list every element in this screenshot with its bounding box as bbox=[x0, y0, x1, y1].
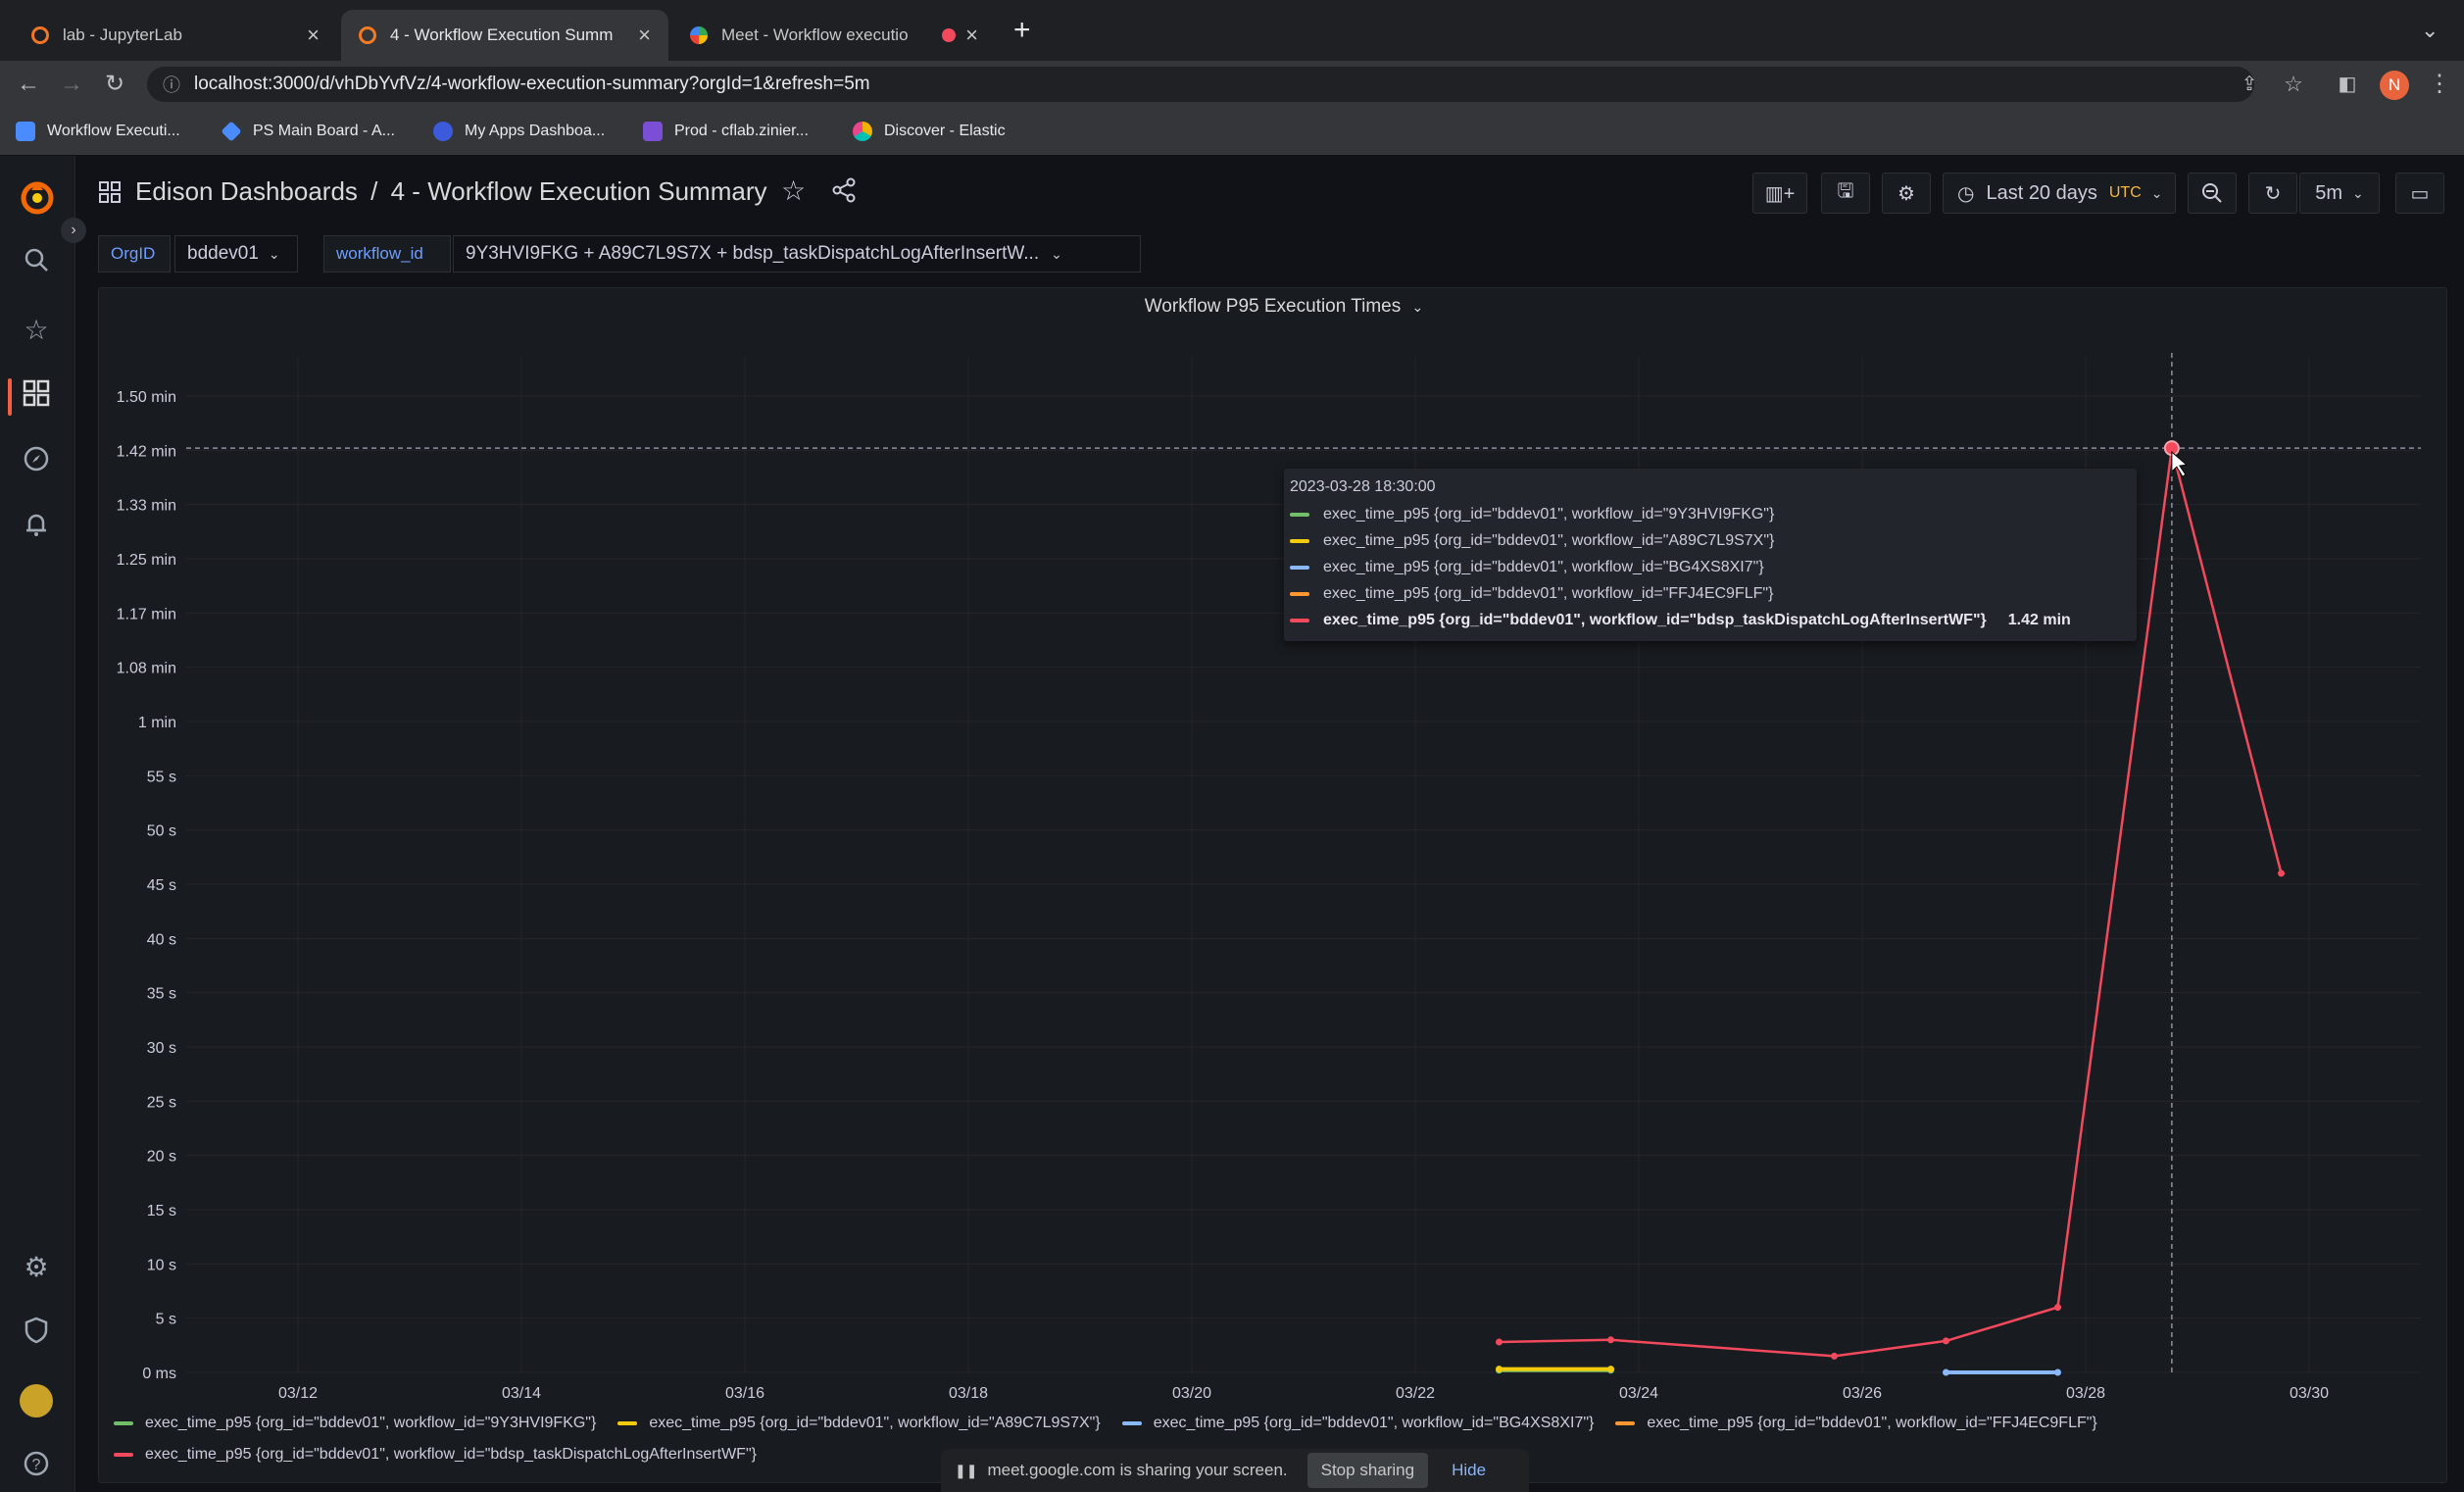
legend-label: exec_time_p95 {org_id="bddev01", workflo… bbox=[145, 1415, 597, 1431]
y-tick-label: 1.50 min bbox=[117, 389, 176, 406]
legend-label: exec_time_p95 {org_id="bddev01", workflo… bbox=[1153, 1415, 1595, 1431]
y-tick-label: 20 s bbox=[147, 1149, 176, 1166]
screen-share-bar: ❚❚ meet.google.com is sharing your scree… bbox=[941, 1449, 1529, 1492]
tooltip-time: 2023-03-28 18:30:00 bbox=[1290, 478, 1436, 495]
series-swatch bbox=[1615, 1421, 1636, 1425]
y-tick-label: 25 s bbox=[147, 1094, 176, 1111]
data-point[interactable] bbox=[1943, 1337, 1949, 1345]
series-swatch bbox=[114, 1421, 133, 1425]
y-tick-label: 30 s bbox=[147, 1040, 176, 1057]
x-tick-label: 03/26 bbox=[1843, 1385, 1882, 1402]
tooltip-series-name: exec_time_p95 {org_id="bddev01", workflo… bbox=[1323, 612, 1987, 628]
data-point[interactable] bbox=[2278, 870, 2285, 877]
series-swatch bbox=[1290, 619, 1309, 622]
tooltip-value: 1.42 min bbox=[2007, 612, 2071, 628]
legend-item[interactable]: exec_time_p95 {org_id="bddev01", workflo… bbox=[1121, 1415, 1595, 1432]
x-tick-label: 03/20 bbox=[1172, 1385, 1211, 1402]
y-tick-label: 1.42 min bbox=[117, 443, 176, 460]
chart-tooltip: 2023-03-28 18:30:00 exec_time_p95 {org_i… bbox=[1284, 469, 2137, 641]
legend-label: exec_time_p95 {org_id="bddev01", workflo… bbox=[1647, 1415, 2097, 1431]
data-point[interactable] bbox=[1831, 1352, 1838, 1360]
y-tick-label: 5 s bbox=[156, 1312, 176, 1328]
series-swatch bbox=[1290, 566, 1309, 570]
y-tick-label: 10 s bbox=[147, 1257, 176, 1273]
y-tick-label: 1.25 min bbox=[117, 552, 176, 569]
y-tick-label: 0 ms bbox=[142, 1366, 176, 1382]
x-tick-label: 03/14 bbox=[502, 1385, 541, 1402]
legend-item[interactable]: exec_time_p95 {org_id="bddev01", workflo… bbox=[1615, 1415, 2097, 1432]
x-tick-label: 03/22 bbox=[1396, 1385, 1435, 1402]
legend-item[interactable]: exec_time_p95 {org_id="bddev01", workflo… bbox=[617, 1415, 1101, 1432]
x-tick-label: 03/18 bbox=[949, 1385, 988, 1402]
series-swatch bbox=[1121, 1421, 1142, 1425]
y-tick-label: 1 min bbox=[138, 715, 176, 731]
hide-button[interactable]: Hide bbox=[1442, 1453, 1496, 1488]
y-tick-label: 15 s bbox=[147, 1203, 176, 1219]
legend-item[interactable]: exec_time_p95 {org_id="bddev01", workflo… bbox=[114, 1415, 596, 1432]
legend-row: exec_time_p95 {org_id="bddev01", workflo… bbox=[114, 1409, 2437, 1438]
tooltip-series-name: exec_time_p95 {org_id="bddev01", workflo… bbox=[1323, 506, 1775, 522]
y-tick-label: 35 s bbox=[147, 986, 176, 1003]
x-tick-label: 03/30 bbox=[2290, 1385, 2329, 1402]
y-tick-label: 1.08 min bbox=[117, 661, 176, 677]
tooltip-row: exec_time_p95 {org_id="bddev01", workflo… bbox=[1290, 528, 1774, 554]
stop-sharing-button[interactable]: Stop sharing bbox=[1306, 1453, 1429, 1488]
data-point[interactable] bbox=[1496, 1338, 1503, 1346]
series-swatch bbox=[617, 1421, 638, 1425]
tooltip-series-name: exec_time_p95 {org_id="bddev01", workflo… bbox=[1323, 559, 1764, 575]
y-tick-label: 1.17 min bbox=[117, 606, 176, 622]
legend-label: exec_time_p95 {org_id="bddev01", workflo… bbox=[649, 1415, 1101, 1431]
series-swatch bbox=[114, 1453, 133, 1457]
series-swatch bbox=[1290, 539, 1309, 543]
legend-label: exec_time_p95 {org_id="bddev01", workflo… bbox=[145, 1446, 757, 1463]
x-tick-label: 03/12 bbox=[278, 1385, 318, 1402]
timeseries-chart[interactable]: 0 ms 5 s 10 s 15 s 20 s 25 s 30 s 35 s 40 s 45 s 5… bbox=[0, 0, 2464, 1492]
legend-item[interactable]: exec_time_p95 {org_id="bddev01", workflo… bbox=[114, 1446, 757, 1464]
y-tick-label: 45 s bbox=[147, 877, 176, 894]
data-point[interactable] bbox=[2054, 1368, 2061, 1376]
data-point[interactable] bbox=[1943, 1368, 1949, 1376]
tooltip-row: exec_time_p95 {org_id="bddev01", workflo… bbox=[1290, 555, 1764, 580]
share-message: meet.google.com is sharing your screen. bbox=[987, 1461, 1288, 1479]
y-tick-label: 50 s bbox=[147, 823, 176, 840]
data-point[interactable] bbox=[1496, 1366, 1503, 1373]
data-point[interactable] bbox=[2054, 1304, 2061, 1312]
y-tick-label: 1.33 min bbox=[117, 498, 176, 515]
tooltip-row-highlighted: exec_time_p95 {org_id="bddev01", workflo… bbox=[1290, 608, 2071, 633]
series-swatch bbox=[1290, 513, 1309, 517]
tooltip-row: exec_time_p95 {org_id="bddev01", workflo… bbox=[1290, 581, 1773, 607]
pause-icon: ❚❚ bbox=[955, 1462, 978, 1478]
tooltip-row: exec_time_p95 {org_id="bddev01", workflo… bbox=[1290, 502, 1774, 527]
y-tick-label: 40 s bbox=[147, 931, 176, 948]
x-tick-label: 03/16 bbox=[725, 1385, 764, 1402]
x-tick-label: 03/24 bbox=[1619, 1385, 1658, 1402]
tooltip-series-name: exec_time_p95 {org_id="bddev01", workflo… bbox=[1323, 585, 1774, 602]
tooltip-series-name: exec_time_p95 {org_id="bddev01", workflo… bbox=[1323, 532, 1775, 549]
data-point[interactable] bbox=[1607, 1336, 1614, 1344]
y-tick-label: 55 s bbox=[147, 769, 176, 785]
x-tick-label: 03/28 bbox=[2066, 1385, 2105, 1402]
data-point[interactable] bbox=[1607, 1366, 1614, 1373]
series-swatch bbox=[1290, 592, 1309, 596]
